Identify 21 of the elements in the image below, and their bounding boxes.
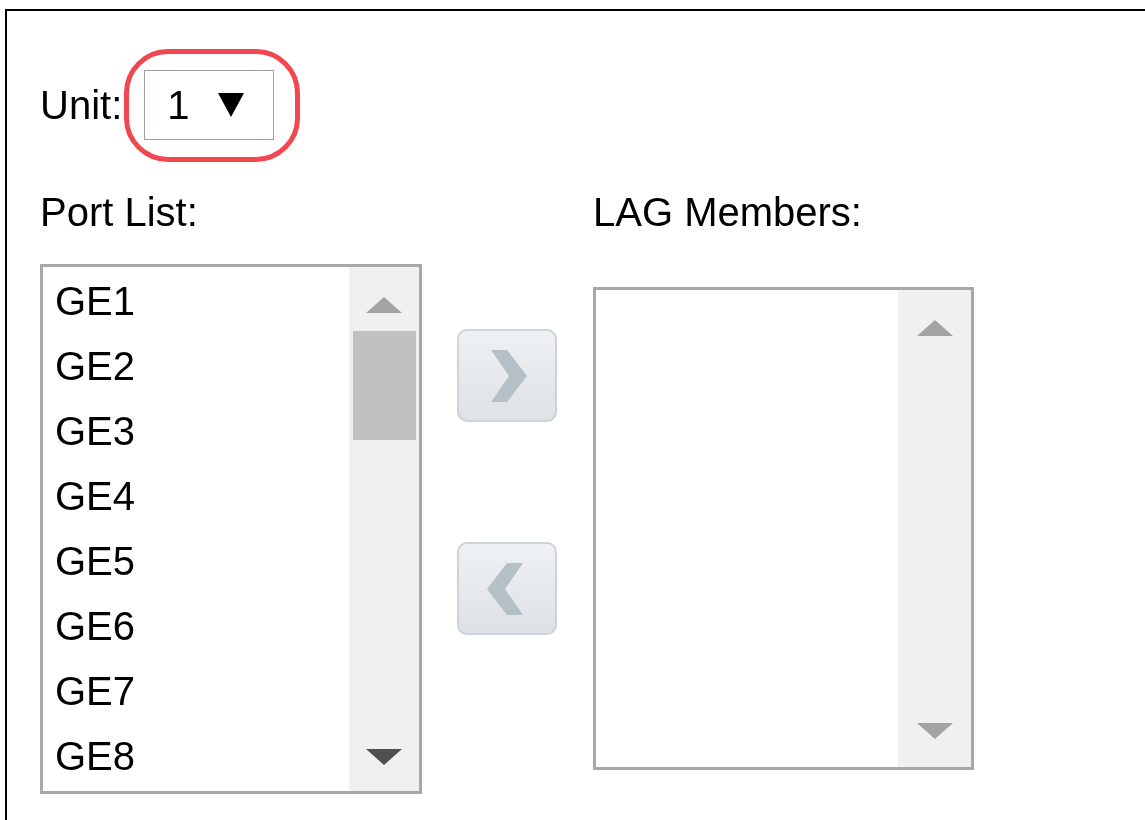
scroll-down-icon[interactable] <box>366 749 402 765</box>
lag-members-label: LAG Members: <box>593 192 863 232</box>
scrollbar-thumb[interactable] <box>352 331 416 440</box>
scroll-up-icon[interactable] <box>366 297 402 313</box>
scroll-up-icon[interactable] <box>916 320 953 336</box>
dropdown-arrow-icon <box>217 93 244 117</box>
port-list-item[interactable]: GE8 <box>43 724 349 789</box>
port-list-item[interactable]: GE2 <box>43 334 349 399</box>
port-list-item[interactable]: GE5 <box>43 529 349 594</box>
port-list-item[interactable]: GE6 <box>43 594 349 659</box>
port-list-item[interactable]: GE3 <box>43 399 349 464</box>
scrollbar[interactable] <box>349 267 419 791</box>
unit-label: Unit: <box>40 85 123 125</box>
scrollbar[interactable] <box>898 290 971 767</box>
unit-select[interactable]: 1 <box>144 70 275 140</box>
lag-members-listbox[interactable] <box>593 287 974 770</box>
port-list-label: Port List: <box>40 192 199 232</box>
port-listbox[interactable]: GE1 GE2 GE3 GE4 GE5 GE6 GE7 GE8 <box>40 264 422 794</box>
port-list-item[interactable]: GE4 <box>43 464 349 529</box>
port-list-item[interactable]: GE1 <box>43 269 349 334</box>
port-list-item[interactable]: GE7 <box>43 659 349 724</box>
